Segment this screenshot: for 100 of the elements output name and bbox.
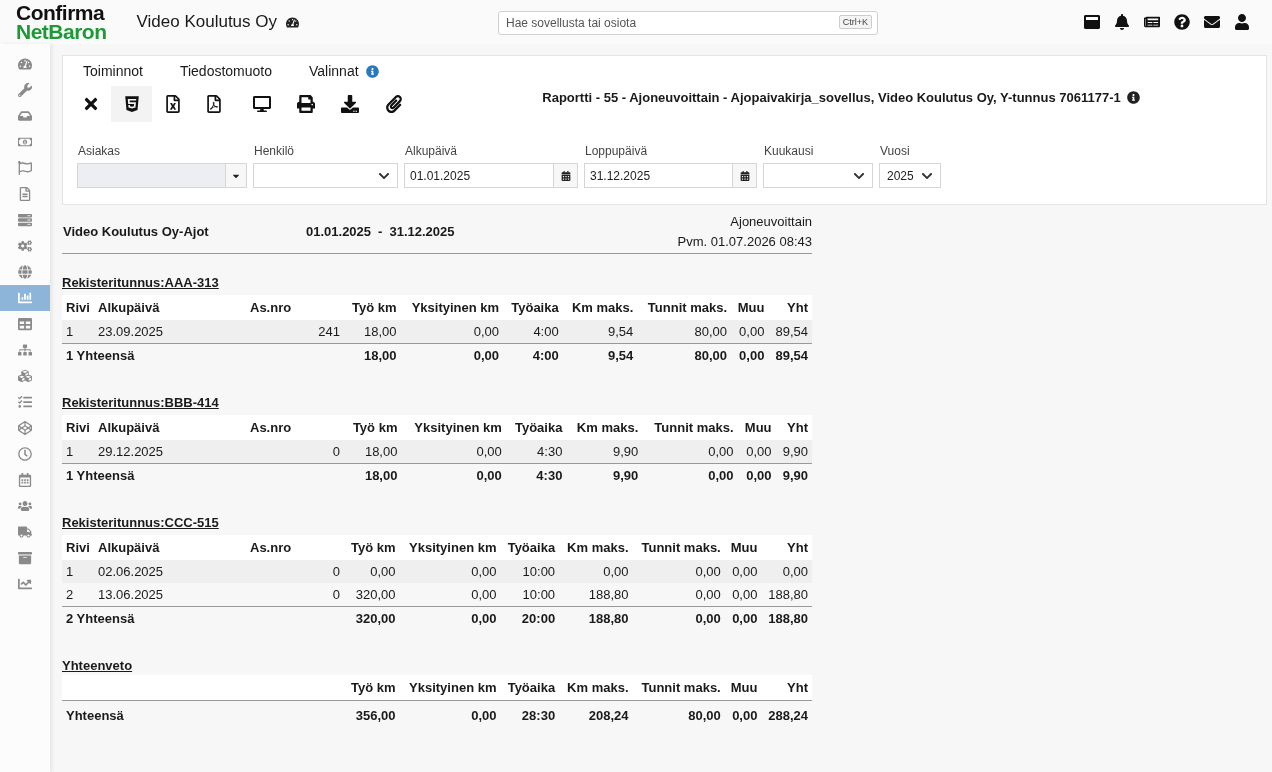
- window-icon[interactable]: [1084, 14, 1100, 30]
- table-cell: 188,80: [761, 583, 812, 606]
- section-title: Rekisteritunnus:CCC-515: [62, 515, 219, 530]
- cube-outline-icon: [18, 421, 32, 435]
- html-button[interactable]: [111, 86, 152, 122]
- menu-item[interactable]: Tiedostomuoto: [179, 60, 272, 82]
- print-date: Pvm. 01.07.2026 08:43: [677, 233, 812, 251]
- calendar-icon: [18, 473, 32, 487]
- table-cell: 23.09.2025: [94, 320, 246, 343]
- column-header: Tunnit maks.: [641, 679, 721, 695]
- gears-icon: [18, 239, 32, 253]
- total-cell: 320,00: [355, 611, 396, 626]
- banknote-icon: [18, 135, 32, 149]
- paperclip-icon: [385, 95, 403, 113]
- column-header: Työ km: [351, 679, 396, 695]
- help-icon[interactable]: [1174, 14, 1190, 30]
- table-cell: 320,00: [344, 583, 400, 606]
- total-cell: 18,00: [363, 348, 397, 363]
- logo-text: NetBaron: [16, 22, 107, 41]
- total-cell: 18,00: [364, 468, 398, 483]
- newspaper-icon[interactable]: [1144, 14, 1160, 30]
- column-header: Km maks.: [567, 539, 629, 555]
- section-title: Rekisteritunnus:BBB-414: [62, 395, 219, 410]
- field-label: Asiakas: [77, 144, 122, 158]
- table-cell: 0,00: [399, 583, 501, 606]
- calendar-button[interactable]: [733, 163, 757, 188]
- total-cell: 9,90: [612, 468, 639, 483]
- field-label: Kuukausi: [763, 144, 815, 158]
- section-title: Yhteenveto: [62, 658, 133, 673]
- info-icon[interactable]: [1126, 91, 1140, 104]
- flag-icon: [18, 161, 32, 175]
- period-end: 31.12.2025: [389, 223, 455, 242]
- select-field[interactable]: [763, 163, 873, 188]
- total-cell: 4:00: [532, 348, 559, 363]
- column-header: Muu: [730, 679, 758, 695]
- select-field[interactable]: 2025: [879, 163, 941, 188]
- total-cell: 80,00: [694, 348, 728, 363]
- report-title: Raportti - 55 - Ajoneuvoittain - Ajopaivakirja_sovellus, Video Koulutus Oy, Y-tunnus 7061177-1: [542, 89, 1121, 107]
- field-label: Alkupäivä: [404, 144, 459, 158]
- column-header: Yht: [787, 679, 808, 695]
- menu-item[interactable]: Toiminnot: [83, 60, 143, 82]
- total-cell: 89,54: [775, 348, 808, 363]
- menu-item[interactable]: Valinnat: [309, 60, 359, 82]
- table-cell: 4:30: [505, 440, 567, 463]
- calendar-button[interactable]: [554, 163, 578, 188]
- column-header: As.nro: [250, 539, 292, 555]
- column-header: Tunnit maks.: [641, 539, 721, 555]
- table-cell: 0,00: [724, 583, 762, 606]
- excel-file-icon: [163, 95, 182, 113]
- column-header: Rivi: [66, 299, 90, 315]
- people-icon: [18, 499, 32, 513]
- calendar-icon: [739, 170, 750, 181]
- column-header: Yksityinen km: [414, 419, 502, 435]
- column-header: Yksityinen km: [409, 679, 497, 695]
- table-cell: 0,00: [737, 440, 776, 463]
- date-field[interactable]: 01.01.2025: [404, 163, 554, 188]
- field-label: Loppupäivä: [584, 144, 649, 158]
- column-header: Alkupäivä: [98, 539, 160, 555]
- column-header: Työ km: [351, 299, 397, 315]
- column-header: Muu: [730, 539, 758, 555]
- gauge-icon[interactable]: [286, 15, 299, 29]
- globe-icon: [18, 265, 32, 279]
- table-cell: 18,00: [344, 320, 401, 343]
- archive-box-icon: [18, 551, 32, 565]
- period-start: 01.01.2025: [306, 223, 372, 242]
- total-cell: 0,00: [471, 708, 497, 723]
- table-cell: 10:00: [500, 583, 560, 606]
- column-header: Työaika: [514, 419, 563, 435]
- column-header: Alkupäivä: [98, 419, 160, 435]
- table-cell: 0,00: [399, 560, 501, 583]
- table-cell: 2: [62, 583, 94, 606]
- table-cell: 9,90: [775, 440, 812, 463]
- column-header: Työaika: [511, 299, 559, 315]
- date-field[interactable]: 31.12.2025: [584, 163, 733, 188]
- column-header: Muu: [737, 299, 765, 315]
- column-header: Työaika: [507, 539, 556, 555]
- sidebar-item[interactable]: [0, 285, 50, 311]
- total-label: 1 Yhteensä: [66, 468, 135, 483]
- total-label: 1 Yhteensä: [66, 348, 135, 363]
- dropdown-button[interactable]: [226, 163, 247, 188]
- table-cell: 9,54: [562, 320, 638, 343]
- column-header: Km maks.: [576, 419, 639, 435]
- user-icon[interactable]: [1234, 14, 1250, 30]
- select-field[interactable]: [253, 163, 398, 188]
- table-cell: 0,00: [632, 583, 725, 606]
- field-label: Vuosi: [879, 144, 911, 158]
- bell-icon[interactable]: [1114, 14, 1130, 30]
- envelope-icon[interactable]: [1204, 14, 1220, 30]
- column-header: Yksityinen km: [409, 539, 497, 555]
- table-cell: 1: [62, 560, 94, 583]
- html5-icon: [122, 95, 141, 113]
- table-cell: 29.12.2025: [94, 440, 246, 463]
- total-cell: 0,00: [695, 611, 721, 626]
- table-cell: 13.06.2025: [94, 583, 246, 606]
- table-cell: 241: [246, 320, 344, 343]
- clock-icon: [18, 447, 32, 461]
- total-cell: 0,00: [473, 348, 500, 363]
- table-cell: 0: [246, 440, 344, 463]
- column-header: Rivi: [66, 419, 90, 435]
- cubes-icon: [18, 369, 32, 383]
